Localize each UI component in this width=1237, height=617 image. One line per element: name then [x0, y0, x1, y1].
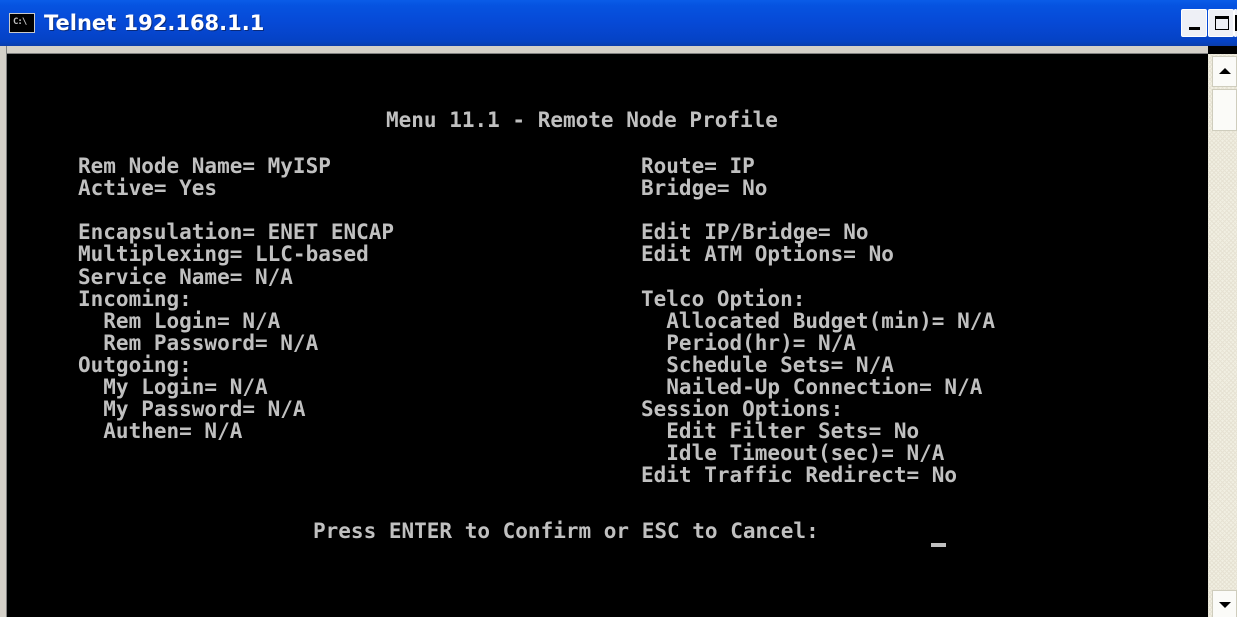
- left-setting-line: Rem Node Name= MyISP: [78, 154, 331, 178]
- title-bar[interactable]: C:\ Telnet 192.168.1.1: [0, 0, 1237, 46]
- menu-heading: Menu 11.1 - Remote Node Profile: [386, 108, 778, 132]
- left-setting-line: Encapsulation= ENET ENCAP: [78, 220, 395, 245]
- right-setting-line: Telco Option:: [641, 286, 806, 311]
- left-setting-line: My Password= N/A: [78, 397, 306, 422]
- confirm-prompt: Press ENTER to Confirm or ESC to Cancel:: [313, 519, 819, 543]
- left-setting-line: Authen= N/A: [78, 419, 243, 444]
- right-setting-line: Edit Traffic Redirect= No: [641, 463, 958, 488]
- right-setting-line: Nailed-Up Connection= N/A: [641, 375, 983, 399]
- right-setting-line: Bridge= No: [641, 176, 768, 201]
- window-frame-left: [0, 46, 7, 617]
- minimize-icon: [1189, 27, 1200, 30]
- right-setting-line: Allocated Budget(min)= N/A: [641, 308, 996, 333]
- minimize-button[interactable]: [1181, 9, 1207, 37]
- left-setting-line: Rem Login= N/A: [78, 308, 281, 333]
- console-icon[interactable]: C:\: [9, 13, 35, 33]
- scroll-up-button[interactable]: [1212, 56, 1237, 87]
- maximize-icon: [1215, 16, 1229, 30]
- left-setting-line: Multiplexing= LLC-based: [78, 242, 369, 267]
- left-setting-line: Rem Password= N/A: [78, 330, 319, 355]
- window-frame-top: [7, 46, 1208, 54]
- right-setting-line: Period(hr)= N/A: [641, 330, 856, 355]
- right-setting-line: Edit Filter Sets= No: [641, 419, 920, 444]
- right-setting-line: Session Options:: [641, 397, 844, 422]
- left-setting-line: Outgoing:: [78, 352, 192, 377]
- maximize-button[interactable]: [1208, 9, 1234, 37]
- left-setting-line: Active= Yes: [78, 176, 218, 201]
- left-setting-line: Incoming:: [78, 286, 192, 311]
- right-setting-line: Schedule Sets= N/A: [641, 352, 894, 377]
- right-setting-line: Edit ATM Options= No: [641, 242, 894, 267]
- left-setting-line: Service Name= N/A: [78, 264, 293, 289]
- vertical-scrollbar[interactable]: [1208, 54, 1237, 617]
- right-setting-line: Route= IP: [641, 154, 755, 178]
- left-setting-line: My Login= N/A: [78, 375, 268, 399]
- text-cursor: [931, 543, 946, 547]
- right-setting-line: Edit IP/Bridge= No: [641, 220, 869, 245]
- scroll-thumb[interactable]: [1212, 89, 1237, 131]
- right-setting-line: Idle Timeout(sec)= N/A: [641, 441, 945, 466]
- scroll-down-button[interactable]: [1212, 590, 1237, 617]
- console-icon-text: C:\: [13, 17, 27, 27]
- window-title: Telnet 192.168.1.1: [44, 11, 265, 35]
